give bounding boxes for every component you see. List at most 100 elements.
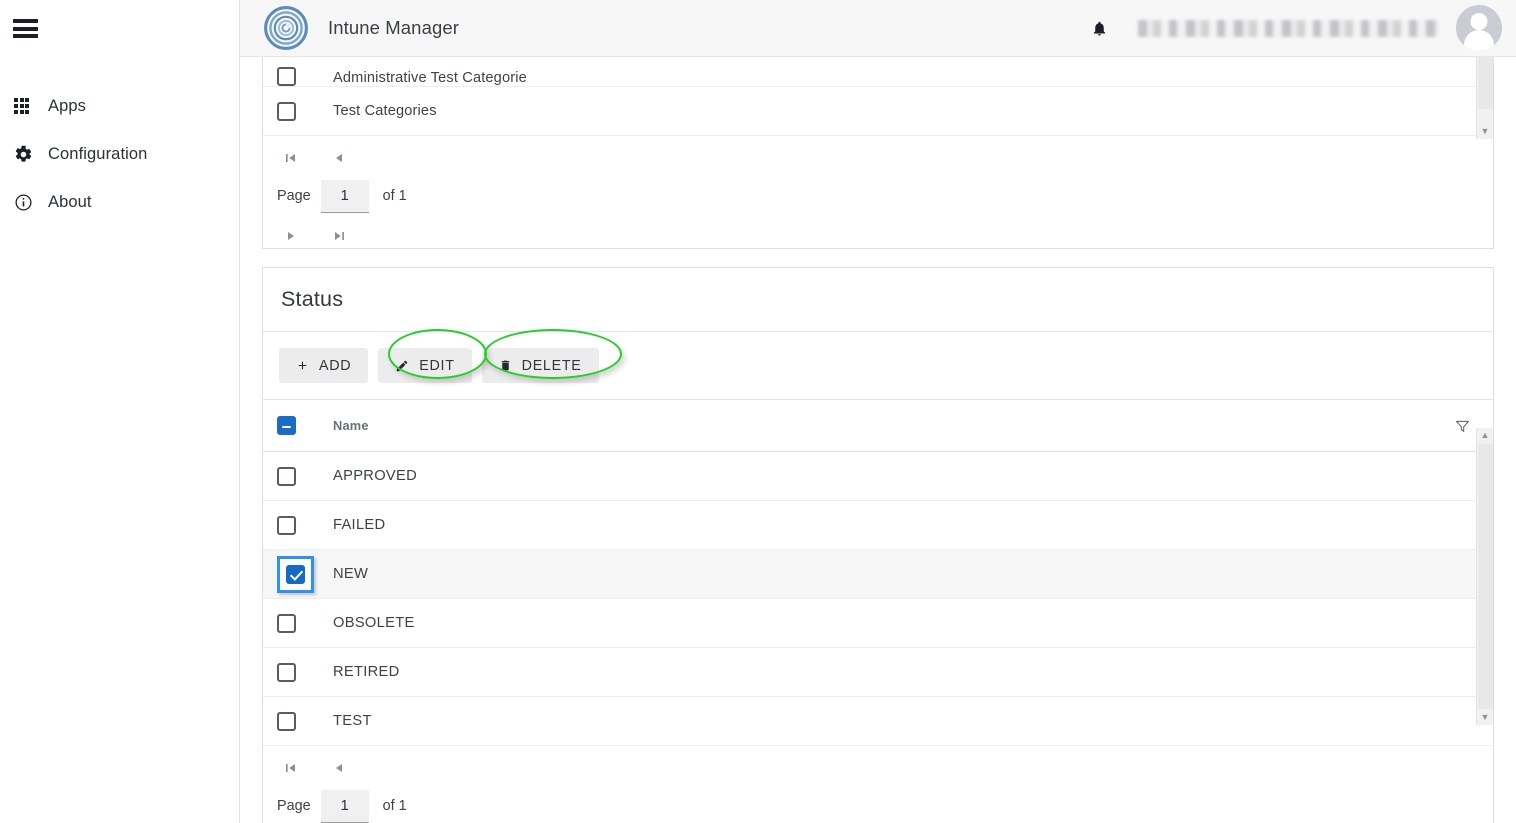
sidebar-item-configuration[interactable]: Configuration — [0, 130, 239, 178]
row-checkbox[interactable] — [277, 711, 296, 731]
select-all-checkbox-cell — [277, 416, 333, 435]
next-page-icon[interactable] — [281, 226, 301, 246]
last-page-icon[interactable] — [329, 226, 349, 246]
status-panel-header: Status — [263, 268, 1493, 332]
table-row[interactable]: FAILED — [263, 501, 1493, 550]
sidebar-item-about[interactable]: About — [0, 178, 239, 226]
main-area: Intune Manager Administrative Test Categ… — [240, 0, 1516, 823]
edit-button[interactable]: EDIT — [378, 348, 472, 383]
paginator-of-label: of 1 — [382, 188, 407, 204]
row-checkbox[interactable] — [277, 515, 296, 535]
row-name: TEST — [333, 713, 372, 729]
status-table-scrollbar[interactable]: ▲ ▼ — [1476, 428, 1493, 725]
table-row[interactable]: Administrative Test Categorie — [263, 57, 1493, 87]
concentric-circles-logo — [264, 6, 308, 50]
hamburger-menu-icon[interactable] — [13, 19, 38, 38]
top-bar-right — [1082, 5, 1502, 51]
row-name: RETIRED — [333, 664, 400, 680]
row-checkbox[interactable] — [277, 466, 296, 486]
scrollbar-thumb[interactable] — [1478, 57, 1493, 109]
paginator-page-input[interactable] — [320, 789, 369, 823]
paginator-arrows-top — [277, 755, 1493, 781]
row-checkbox[interactable] — [277, 101, 296, 121]
row-name: Administrative Test Categorie — [333, 70, 527, 86]
row-checkbox-cell — [277, 101, 333, 121]
column-header-name: Name — [333, 418, 369, 433]
status-panel: Status ADD EDIT DELETE Name APPROVED FAI… — [262, 267, 1494, 823]
previous-page-icon[interactable] — [329, 758, 349, 778]
sidebar-item-label-apps: Apps — [48, 96, 87, 115]
page-title: Intune Manager — [328, 17, 459, 38]
row-checkbox-cell — [277, 555, 333, 593]
table-row-selected[interactable]: NEW — [263, 550, 1493, 599]
table-row[interactable]: RETIRED — [263, 648, 1493, 697]
table-row[interactable]: OBSOLETE — [263, 599, 1493, 648]
paginator-page-input[interactable] — [320, 179, 369, 213]
hamburger-menu-container — [0, 0, 239, 57]
filter-funnel-icon[interactable] — [1454, 418, 1471, 434]
scroll-up-arrow-icon[interactable]: ▲ — [1481, 428, 1490, 443]
row-checkbox-focus-ring — [277, 555, 314, 593]
table-row[interactable]: TEST — [263, 697, 1493, 746]
content-scroll-area[interactable]: Administrative Test Categorie Test Categ… — [240, 57, 1516, 823]
paginator-page-label: Page — [277, 188, 311, 204]
status-panel-title: Status — [281, 287, 344, 311]
row-checkbox[interactable] — [277, 67, 296, 86]
sidebar: Apps Configuration About — [0, 0, 240, 823]
table-row[interactable]: Test Categories — [263, 87, 1493, 136]
sidebar-item-apps[interactable]: Apps — [0, 82, 239, 130]
trash-icon — [499, 358, 512, 373]
status-table-header: Name — [263, 399, 1493, 452]
categories-panel: Administrative Test Categorie Test Categ… — [262, 57, 1494, 249]
paginator-page-row: Page of 1 — [277, 789, 1493, 823]
row-checkbox-cell — [277, 613, 333, 633]
first-page-icon[interactable] — [281, 148, 301, 168]
scroll-down-arrow-icon[interactable]: ▼ — [1481, 124, 1490, 139]
paginator-arrows-top — [277, 145, 1493, 171]
gear-icon — [14, 145, 44, 164]
row-checkbox[interactable] — [277, 613, 296, 633]
first-page-icon[interactable] — [281, 758, 301, 778]
select-all-checkbox[interactable] — [277, 416, 296, 435]
sidebar-nav: Apps Configuration About — [0, 82, 239, 226]
app-root: Apps Configuration About Intune Manager … — [0, 0, 1516, 823]
row-name: APPROVED — [333, 468, 418, 484]
categories-paginator: Page of 1 — [263, 136, 1493, 248]
previous-page-icon[interactable] — [329, 148, 349, 168]
status-paginator: Page of 1 — [263, 746, 1493, 823]
row-checkbox-cell — [277, 67, 333, 86]
top-bar: Intune Manager — [240, 0, 1516, 57]
row-name: FAILED — [333, 517, 386, 533]
categories-table-scrollbar[interactable]: ▼ — [1476, 57, 1493, 139]
row-checkbox-cell — [277, 515, 333, 535]
scrollbar-thumb[interactable] — [1478, 444, 1493, 709]
scroll-down-arrow-icon[interactable]: ▼ — [1481, 710, 1490, 725]
row-name: NEW — [333, 566, 369, 582]
notification-bell-icon[interactable] — [1082, 11, 1116, 45]
delete-button-label: DELETE — [521, 357, 582, 374]
paginator-arrows-bottom — [277, 223, 1493, 248]
row-checkbox[interactable] — [286, 564, 305, 584]
edit-button-label: EDIT — [419, 357, 455, 374]
paginator-of-label: of 1 — [382, 798, 407, 814]
table-row[interactable]: APPROVED — [263, 452, 1493, 501]
brand: Intune Manager — [264, 6, 459, 50]
sidebar-item-label-about: About — [48, 192, 92, 211]
add-button[interactable]: ADD — [279, 348, 369, 383]
info-circle-icon — [14, 193, 44, 212]
status-toolbar: ADD EDIT DELETE — [263, 329, 1493, 399]
paginator-page-label: Page — [277, 798, 311, 814]
row-name: OBSOLETE — [333, 615, 415, 631]
pencil-icon — [395, 359, 409, 373]
avatar[interactable] — [1456, 5, 1502, 51]
row-checkbox[interactable] — [277, 662, 296, 682]
sidebar-item-label-configuration: Configuration — [48, 144, 148, 163]
paginator-page-row: Page of 1 — [277, 179, 1493, 213]
user-account-label — [1138, 19, 1438, 37]
content-inner: Administrative Test Categorie Test Categ… — [240, 57, 1516, 823]
row-checkbox-cell — [277, 466, 333, 486]
delete-button[interactable]: DELETE — [481, 348, 599, 383]
add-button-label: ADD — [319, 357, 352, 374]
apps-grid-icon — [14, 98, 44, 114]
row-checkbox-cell — [277, 662, 333, 682]
